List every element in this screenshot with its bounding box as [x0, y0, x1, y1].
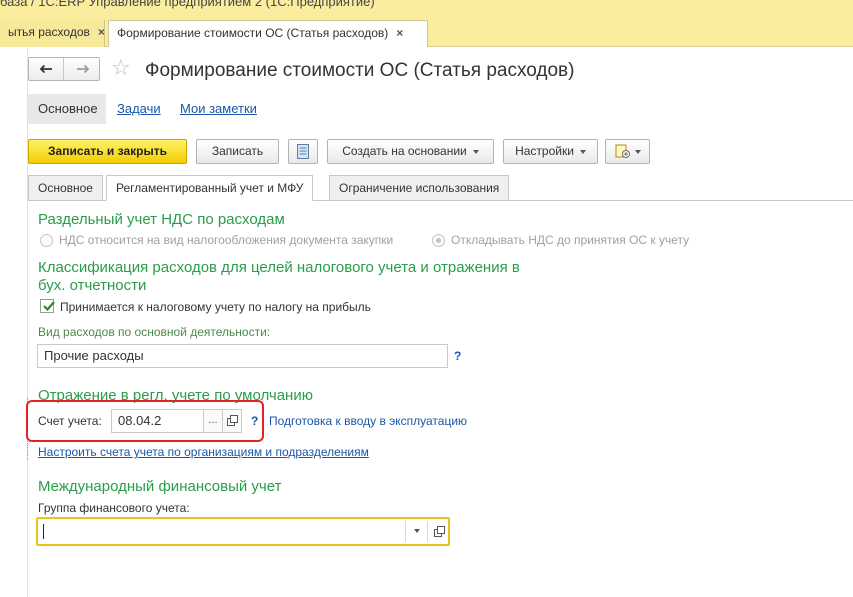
window-tab-bar: ытья расходов × Формирование стоимости ОС…	[0, 10, 853, 47]
close-icon[interactable]: ×	[396, 26, 403, 40]
chevron-down-icon	[579, 149, 586, 154]
settings-button[interactable]: Настройки	[503, 139, 598, 164]
vat-option-defer-radio[interactable]	[432, 234, 445, 247]
save-and-close-button[interactable]: Записать и закрыть	[28, 139, 187, 164]
section-tasks-link[interactable]: Задачи	[117, 94, 161, 124]
vat-group-heading: Раздельный учет НДС по расходам	[38, 211, 285, 228]
profit-tax-checkbox[interactable]	[40, 299, 55, 313]
ifrs-group-heading: Международный финансовый учет	[38, 478, 282, 495]
open-button[interactable]	[427, 521, 449, 542]
open-icon	[433, 526, 445, 538]
open-icon	[227, 415, 238, 427]
account-select-button[interactable]: ...	[203, 409, 223, 433]
arrow-left-icon	[39, 64, 52, 74]
chevron-down-icon	[413, 529, 420, 534]
arrow-right-icon	[76, 64, 89, 74]
back-button[interactable]	[29, 58, 64, 80]
checkmark-icon	[43, 301, 55, 312]
print-document-icon	[615, 144, 630, 158]
tab-usage-limits[interactable]: Ограничение использования	[329, 175, 510, 201]
chevron-down-icon	[472, 149, 479, 154]
close-icon[interactable]: ×	[98, 25, 105, 39]
forward-button[interactable]	[65, 58, 100, 80]
tax-group-heading-line2: бух. отчетности	[38, 277, 147, 294]
form-left-border	[27, 48, 28, 597]
window-title-bar: база / 1С:ERP Управление предприятием 2 …	[0, 0, 853, 10]
tax-group-heading-line1: Классификация расходов для целей налогов…	[38, 259, 520, 276]
window-tab-label: ытья расходов	[8, 25, 90, 39]
settings-label: Настройки	[515, 144, 574, 158]
account-label: Счет учета:	[38, 414, 102, 428]
report-list-button[interactable]	[288, 139, 318, 164]
window-tab-label: Формирование стоимости ОС (Статья расход…	[117, 26, 389, 40]
vat-option-purchase-radio[interactable]	[40, 234, 53, 247]
account-help-icon[interactable]: ?	[251, 414, 258, 428]
account-name-link[interactable]: Подготовка к вводу в эксплуатацию	[269, 414, 467, 428]
tab-main[interactable]: Основное	[28, 175, 103, 201]
ifrs-group-label: Группа финансового учета:	[38, 501, 190, 515]
vat-option-defer-label: Откладывать НДС до принятия ОС к учету	[451, 233, 690, 247]
section-notes-link[interactable]: Мои заметки	[180, 94, 257, 124]
account-input[interactable]: 08.04.2	[111, 409, 205, 433]
text-cursor	[43, 524, 44, 539]
create-based-on-label: Создать на основании	[342, 144, 467, 158]
window-tab-active[interactable]: Формирование стоимости ОС (Статья расход…	[108, 20, 428, 47]
favorite-star-icon[interactable]: ☆	[111, 56, 131, 80]
create-based-on-button[interactable]: Создать на основании	[327, 139, 494, 164]
tab-regl-accounting[interactable]: Регламентированный учет и МФУ	[106, 175, 314, 201]
expense-type-field[interactable]: Прочие расходы	[37, 344, 448, 368]
expense-type-help-icon[interactable]: ?	[454, 349, 461, 363]
window-tab-prev[interactable]: ытья расходов ×	[0, 20, 105, 47]
expense-type-label: Вид расходов по основной деятельности:	[38, 325, 271, 339]
print-menu-button[interactable]	[605, 139, 650, 164]
document-list-icon	[297, 144, 309, 159]
setup-accounts-link[interactable]: Настроить счета учета по организациям и …	[38, 445, 369, 459]
navigation-buttons	[28, 57, 100, 81]
page-title: Формирование стоимости ОС (Статья расход…	[145, 60, 575, 81]
dropdown-button[interactable]	[405, 521, 427, 542]
account-open-button[interactable]	[222, 409, 242, 433]
section-main[interactable]: Основное	[28, 94, 106, 124]
profit-tax-label: Принимается к налоговому учету по налогу…	[60, 300, 371, 314]
window-title: база / 1С:ERP Управление предприятием 2 …	[0, 0, 375, 9]
chevron-down-icon	[634, 150, 641, 154]
vat-option-purchase-label: НДС относится на вид налогообложения док…	[59, 233, 394, 247]
save-button[interactable]: Записать	[196, 139, 279, 164]
ifrs-group-field[interactable]	[36, 517, 450, 546]
